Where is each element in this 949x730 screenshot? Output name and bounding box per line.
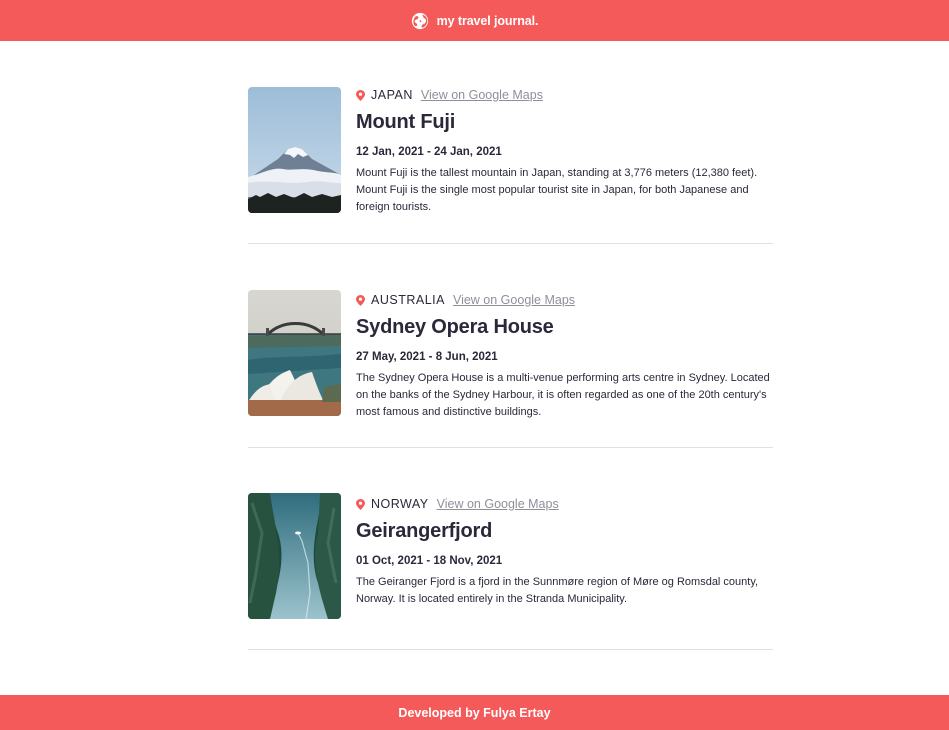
entry-country: NORWAY	[371, 497, 429, 511]
app-footer: Developed by Fulya Ertay	[0, 695, 949, 730]
entry-dates: 01 Oct, 2021 - 18 Nov, 2021	[356, 555, 503, 567]
journal-entry: AUSTRALIA View on Google Maps Sydney Ope…	[248, 244, 773, 448]
globe-icon	[411, 12, 428, 29]
entry-dates: 12 Jan, 2021 - 24 Jan, 2021	[356, 146, 502, 158]
entry-country: AUSTRALIA	[371, 293, 445, 307]
location-pin-icon	[356, 498, 365, 510]
entry-place-title: Sydney Opera House	[356, 316, 554, 338]
entry-country: JAPAN	[371, 88, 413, 102]
entry-photo-sydney-opera-house	[248, 290, 341, 416]
entry-place-title: Mount Fuji	[356, 111, 456, 133]
journal-entry: JAPAN View on Google Maps Mount Fuji 12 …	[248, 41, 773, 244]
journal-entry: NORWAY View on Google Maps Geirangerfjor…	[248, 448, 773, 650]
google-maps-link[interactable]: View on Google Maps	[421, 88, 543, 102]
journal-entries: JAPAN View on Google Maps Mount Fuji 12 …	[248, 41, 773, 650]
entry-place-title: Geirangerfjord	[356, 520, 493, 542]
entry-location: NORWAY View on Google Maps	[356, 496, 773, 512]
location-pin-icon	[356, 89, 365, 101]
entry-description: The Geiranger Fjord is a fjord in the Su…	[356, 576, 759, 605]
entry-location: AUSTRALIA View on Google Maps	[356, 292, 773, 308]
google-maps-link[interactable]: View on Google Maps	[453, 293, 575, 307]
location-pin-icon	[356, 294, 365, 306]
google-maps-link[interactable]: View on Google Maps	[437, 497, 559, 511]
entry-photo-geirangerfjord	[248, 493, 341, 619]
entry-description: Mount Fuji is the tallest mountain in Ja…	[356, 167, 758, 213]
entry-dates: 27 May, 2021 - 8 Jun, 2021	[356, 351, 498, 363]
entry-info: JAPAN View on Google Maps Mount Fuji 12 …	[356, 87, 773, 216]
entry-photo-mount-fuji	[248, 87, 341, 213]
entry-info: AUSTRALIA View on Google Maps Sydney Ope…	[356, 292, 773, 421]
entry-location: JAPAN View on Google Maps	[356, 87, 773, 103]
footer-credit: Developed by Fulya Ertay	[398, 705, 551, 720]
entry-info: NORWAY View on Google Maps Geirangerfjor…	[356, 496, 773, 608]
app-header: my travel journal.	[0, 0, 949, 41]
app-title: my travel journal.	[436, 13, 539, 28]
entry-description: The Sydney Opera House is a multi-venue …	[356, 372, 770, 418]
